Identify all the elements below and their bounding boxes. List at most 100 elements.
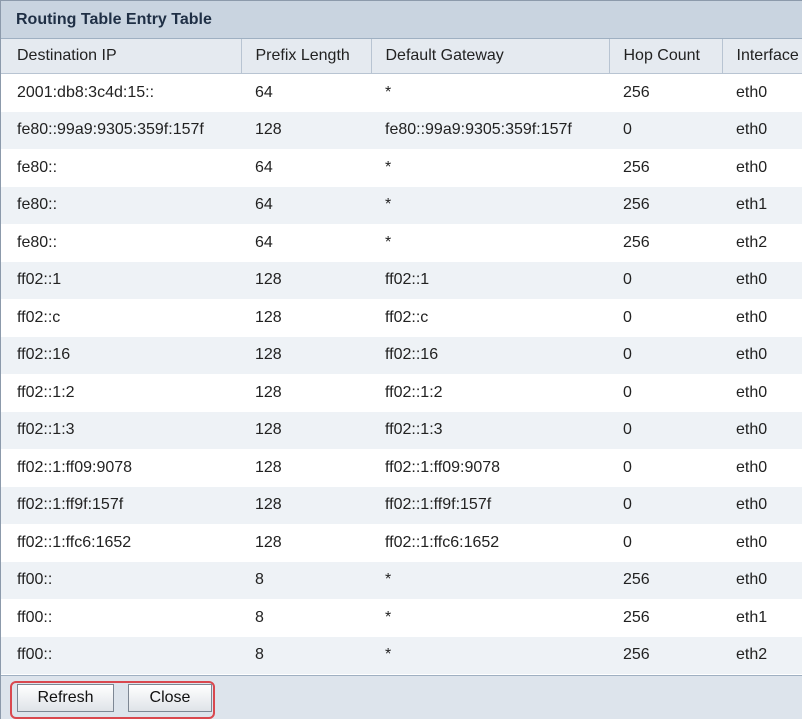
cell-hop-count: 256: [609, 636, 722, 674]
table-row: fe80:: 64 * 256 eth1: [1, 186, 802, 224]
cell-hop-count: 0: [609, 411, 722, 449]
cell-prefix-length: 128: [241, 111, 371, 149]
cell-prefix-length: 128: [241, 299, 371, 337]
cell-prefix-length: 8: [241, 636, 371, 674]
cell-interface: eth0: [722, 449, 802, 487]
cell-hop-count: 256: [609, 73, 722, 112]
cell-interface: eth0: [722, 261, 802, 299]
cell-hop-count: 256: [609, 561, 722, 599]
cell-prefix-length: 128: [241, 336, 371, 374]
table-row: ff02::1 128 ff02::1 0 eth0: [1, 261, 802, 299]
cell-destination-ip: ff02::1:ffc6:1652: [1, 524, 241, 562]
cell-hop-count: 0: [609, 449, 722, 487]
cell-default-gateway: ff02::1:ff09:9078: [371, 449, 609, 487]
cell-destination-ip: 2001:db8:3c4d:15::: [1, 73, 241, 112]
table-row: fe80:: 64 * 256 eth0: [1, 149, 802, 187]
cell-interface: eth0: [722, 299, 802, 337]
cell-interface: eth0: [722, 374, 802, 412]
cell-destination-ip: ff02::1:ff09:9078: [1, 449, 241, 487]
cell-default-gateway: ff02::1:3: [371, 411, 609, 449]
close-button[interactable]: Close: [128, 684, 212, 712]
cell-interface: eth0: [722, 524, 802, 562]
cell-destination-ip: fe80::99a9:9305:359f:157f: [1, 111, 241, 149]
title-bar: Routing Table Entry Table: [1, 1, 802, 39]
cell-interface: eth2: [722, 224, 802, 262]
cell-interface: eth0: [722, 336, 802, 374]
cell-hop-count: 0: [609, 299, 722, 337]
table-row: ff00:: 8 * 256 eth0: [1, 561, 802, 599]
cell-interface: eth0: [722, 111, 802, 149]
table-row: ff02::1:ff09:9078 128 ff02::1:ff09:9078 0 et…: [1, 449, 802, 487]
column-header-destination-ip: Destination IP: [1, 39, 241, 74]
table-row: fe80:: 64 * 256 eth2: [1, 224, 802, 262]
cell-hop-count: 256: [609, 149, 722, 187]
cell-default-gateway: ff02::1:ffc6:1652: [371, 524, 609, 562]
table-row: fe80::99a9:9305:359f:157f 128 fe80::99a9:9…: [1, 111, 802, 149]
cell-interface: eth1: [722, 599, 802, 637]
table-body: 2001:db8:3c4d:15:: 64 * 256 eth0 fe80::99a9:9…: [1, 73, 802, 674]
cell-interface: eth2: [722, 636, 802, 674]
cell-hop-count: 256: [609, 224, 722, 262]
cell-default-gateway: *: [371, 599, 609, 637]
cell-interface: eth0: [722, 561, 802, 599]
cell-hop-count: 0: [609, 486, 722, 524]
cell-interface: eth0: [722, 486, 802, 524]
table-row: ff02::1:ffc6:1652 128 ff02::1:ffc6:1652 0 et…: [1, 524, 802, 562]
routing-table: Destination IP Prefix Length Default Gat…: [1, 39, 802, 674]
cell-destination-ip: fe80::: [1, 224, 241, 262]
footer-bar: Refresh Close: [1, 675, 802, 719]
cell-destination-ip: ff00::: [1, 599, 241, 637]
cell-prefix-length: 8: [241, 599, 371, 637]
cell-destination-ip: ff02::1: [1, 261, 241, 299]
cell-default-gateway: ff02::1:ff9f:157f: [371, 486, 609, 524]
cell-hop-count: 0: [609, 524, 722, 562]
refresh-button[interactable]: Refresh: [17, 684, 114, 712]
cell-default-gateway: *: [371, 224, 609, 262]
cell-hop-count: 256: [609, 599, 722, 637]
cell-interface: eth0: [722, 411, 802, 449]
cell-prefix-length: 64: [241, 224, 371, 262]
table-row: ff02::1:3 128 ff02::1:3 0 eth0: [1, 411, 802, 449]
column-header-prefix-length: Prefix Length: [240, 39, 371, 74]
cell-destination-ip: ff02::1:2: [1, 374, 241, 412]
table-row: ff02::1:2 128 ff02::1:2 0 eth0: [1, 374, 802, 412]
cell-default-gateway: *: [371, 561, 609, 599]
cell-default-gateway: *: [371, 73, 609, 112]
table-row: ff00:: 8 * 256 eth2: [1, 636, 802, 674]
cell-prefix-length: 8: [241, 561, 371, 599]
table-row: ff02::1:ff9f:157f 128 ff02::1:ff9f:157f 0 et…: [1, 486, 802, 524]
column-header-hop-count: Hop Count: [608, 39, 722, 74]
cell-destination-ip: ff00::: [1, 561, 241, 599]
cell-destination-ip: ff02::1:3: [1, 411, 241, 449]
cell-default-gateway: ff02::1:2: [371, 374, 609, 412]
cell-default-gateway: *: [371, 636, 609, 674]
cell-default-gateway: *: [371, 186, 609, 224]
cell-prefix-length: 128: [241, 261, 371, 299]
cell-default-gateway: ff02::16: [371, 336, 609, 374]
cell-default-gateway: *: [371, 149, 609, 187]
table-row: ff02::c 128 ff02::c 0 eth0: [1, 299, 802, 337]
cell-interface: eth1: [722, 186, 802, 224]
panel-title: Routing Table Entry Table: [16, 10, 212, 28]
cell-hop-count: 256: [609, 186, 722, 224]
table-header-row: Destination IP Prefix Length Default Gat…: [1, 39, 802, 74]
column-header-interface: Interface: [721, 39, 802, 74]
cell-hop-count: 0: [609, 374, 722, 412]
cell-hop-count: 0: [609, 336, 722, 374]
cell-prefix-length: 64: [241, 149, 371, 187]
cell-prefix-length: 64: [241, 73, 371, 112]
cell-destination-ip: fe80::: [1, 186, 241, 224]
cell-interface: eth0: [722, 73, 802, 112]
cell-hop-count: 0: [609, 261, 722, 299]
cell-prefix-length: 128: [241, 374, 371, 412]
cell-default-gateway: fe80::99a9:9305:359f:157f: [371, 111, 609, 149]
cell-prefix-length: 128: [241, 411, 371, 449]
cell-hop-count: 0: [609, 111, 722, 149]
column-header-default-gateway: Default Gateway: [370, 39, 609, 74]
cell-prefix-length: 128: [241, 524, 371, 562]
cell-destination-ip: fe80::: [1, 149, 241, 187]
cell-default-gateway: ff02::1: [371, 261, 609, 299]
cell-default-gateway: ff02::c: [371, 299, 609, 337]
cell-destination-ip: ff02::16: [1, 336, 241, 374]
routing-table-panel: Routing Table Entry Table Destination IP…: [0, 0, 802, 719]
